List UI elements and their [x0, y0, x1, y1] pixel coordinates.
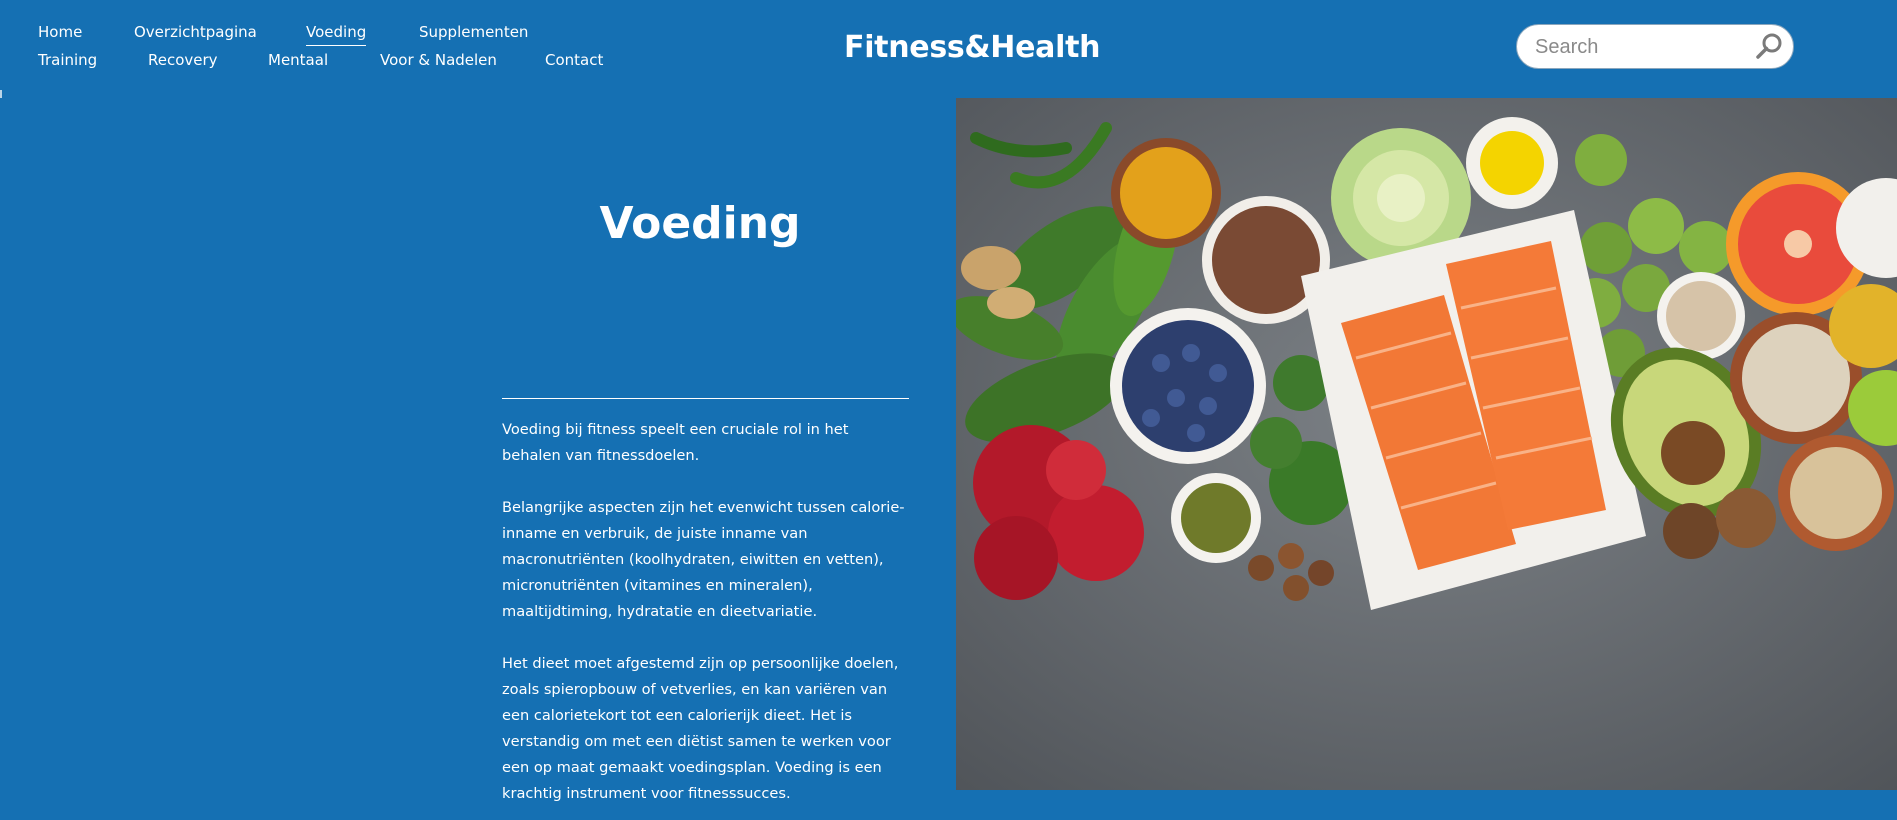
nav-link-recovery[interactable]: Recovery	[148, 50, 218, 70]
search-button[interactable]	[1753, 31, 1785, 63]
food-illustration	[956, 98, 1897, 790]
aspects-paragraph: Belangrijke aspecten zijn het evenwicht …	[502, 499, 905, 620]
nav-link-overzichtpagina[interactable]: Overzichtpagina	[134, 22, 257, 42]
nav-link-voeding[interactable]: Voeding	[306, 22, 367, 46]
nav-link-supplementen[interactable]: Supplementen	[419, 22, 528, 42]
nav-link-voor-nadelen[interactable]: Voor & Nadelen	[380, 50, 497, 70]
search-icon	[1756, 33, 1782, 59]
nav-link-mentaal[interactable]: Mentaal	[268, 50, 328, 70]
intro-paragraph: Voeding bij fitness speelt een cruciale …	[502, 421, 849, 464]
nav-link-training[interactable]: Training	[38, 50, 97, 70]
food-hero-image	[956, 98, 1897, 790]
diet-paragraph: Het dieet moet afgestemd zijn op persoon…	[502, 655, 899, 802]
title-divider	[502, 398, 909, 399]
main-navigation: Home Overzichtpagina Voeding Supplemente…	[0, 0, 700, 90]
nav-link-home[interactable]: Home	[38, 22, 82, 42]
corner-mark	[0, 90, 2, 98]
nav-link-contact[interactable]: Contact	[545, 50, 603, 70]
search-input[interactable]	[1533, 25, 1747, 70]
site-logo[interactable]: Fitness&Health	[844, 28, 1100, 68]
search-box	[1516, 24, 1794, 70]
page-title: Voeding	[599, 198, 801, 249]
